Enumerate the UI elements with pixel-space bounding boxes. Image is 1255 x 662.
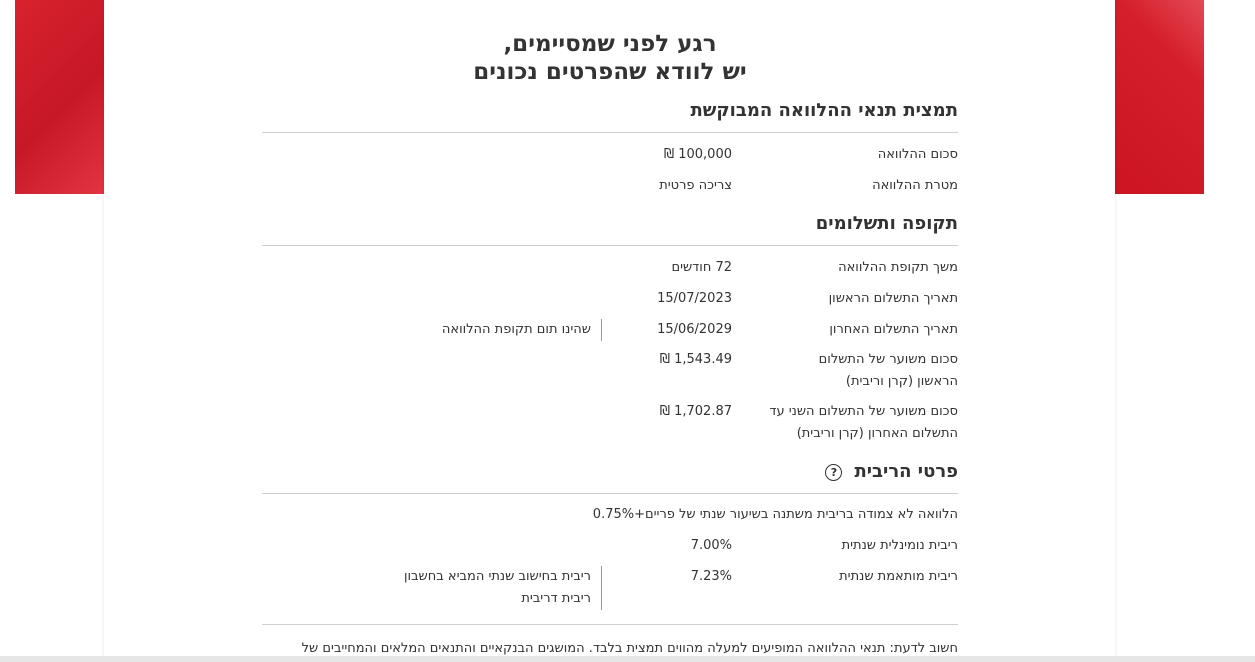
adjusted-interest-label: ריבית מותאמת שנתית xyxy=(839,569,958,584)
summary-content: רגע לפני שמסיימים, יש לוודא שהפרטים נכונ… xyxy=(262,0,958,662)
subsequent-payment-amount-label: סכום משוער של התשלום השני עד התשלום האחר… xyxy=(769,404,958,441)
period-heading: תקופה ותשלומים xyxy=(262,213,958,246)
last-payment-date-value: 15/06/2029 xyxy=(657,322,732,337)
help-icon[interactable]: ? xyxy=(825,463,843,481)
subsequent-payment-amount-value: ₪ 1,702.87 xyxy=(659,404,732,419)
loan-purpose-label: מטרת ההלוואה xyxy=(872,178,958,193)
interest-heading-text: פרטי הריבית xyxy=(854,461,958,482)
loan-purpose-value: צריכה פרטית xyxy=(659,178,732,193)
loan-summary-heading-text: תמצית תנאי ההלוואה המבוקשת xyxy=(690,100,958,121)
last-payment-date-note: שהינו תום תקופת ההלוואה xyxy=(371,319,602,341)
loan-duration-label: משך תקופת ההלוואה xyxy=(838,260,958,275)
header-background-right xyxy=(1115,0,1204,194)
interest-description: הלוואה לא צמודה בריבית משתנה בשיעור שנתי… xyxy=(592,507,958,522)
header-background-left xyxy=(15,0,104,194)
horizontal-scrollbar[interactable] xyxy=(0,656,1255,662)
period-heading-text: תקופה ותשלומים xyxy=(815,213,958,234)
last-payment-date-label: תאריך התשלום האחרון xyxy=(829,322,958,337)
first-payment-amount-label: סכום משוער של התשלום הראשון (קרן וריבית) xyxy=(818,352,958,389)
page-title: רגע לפני שמסיימים, יש לוודא שהפרטים נכונ… xyxy=(262,30,958,86)
loan-amount-value: ₪ 100,000 xyxy=(663,147,732,162)
first-payment-date-value: 15/07/2023 xyxy=(657,291,732,306)
nominal-interest-value: 7.00% xyxy=(690,538,732,553)
loan-duration-value: 72 חודשים xyxy=(671,260,732,275)
adjusted-interest-value: 7.23% xyxy=(690,569,732,584)
loan-amount-label: סכום ההלוואה xyxy=(877,147,958,162)
loan-summary-heading: תמצית תנאי ההלוואה המבוקשת xyxy=(262,100,958,133)
disclaimer-divider xyxy=(262,624,958,625)
adjusted-interest-note: ריבית בחישוב שנתי המביא בחשבון ריבית דרי… xyxy=(386,566,602,610)
first-payment-date-label: תאריך התשלום הראשון xyxy=(828,291,958,306)
first-payment-amount-value: ₪ 1,543.49 xyxy=(659,352,732,367)
page-title-line-1: רגע לפני שמסיימים, xyxy=(503,31,717,57)
interest-heading: פרטי הריבית ? xyxy=(262,461,958,494)
nominal-interest-label: ריבית נומינלית שנתית xyxy=(841,538,958,553)
page-title-line-2: יש לוודא שהפרטים נכונים xyxy=(473,59,747,85)
